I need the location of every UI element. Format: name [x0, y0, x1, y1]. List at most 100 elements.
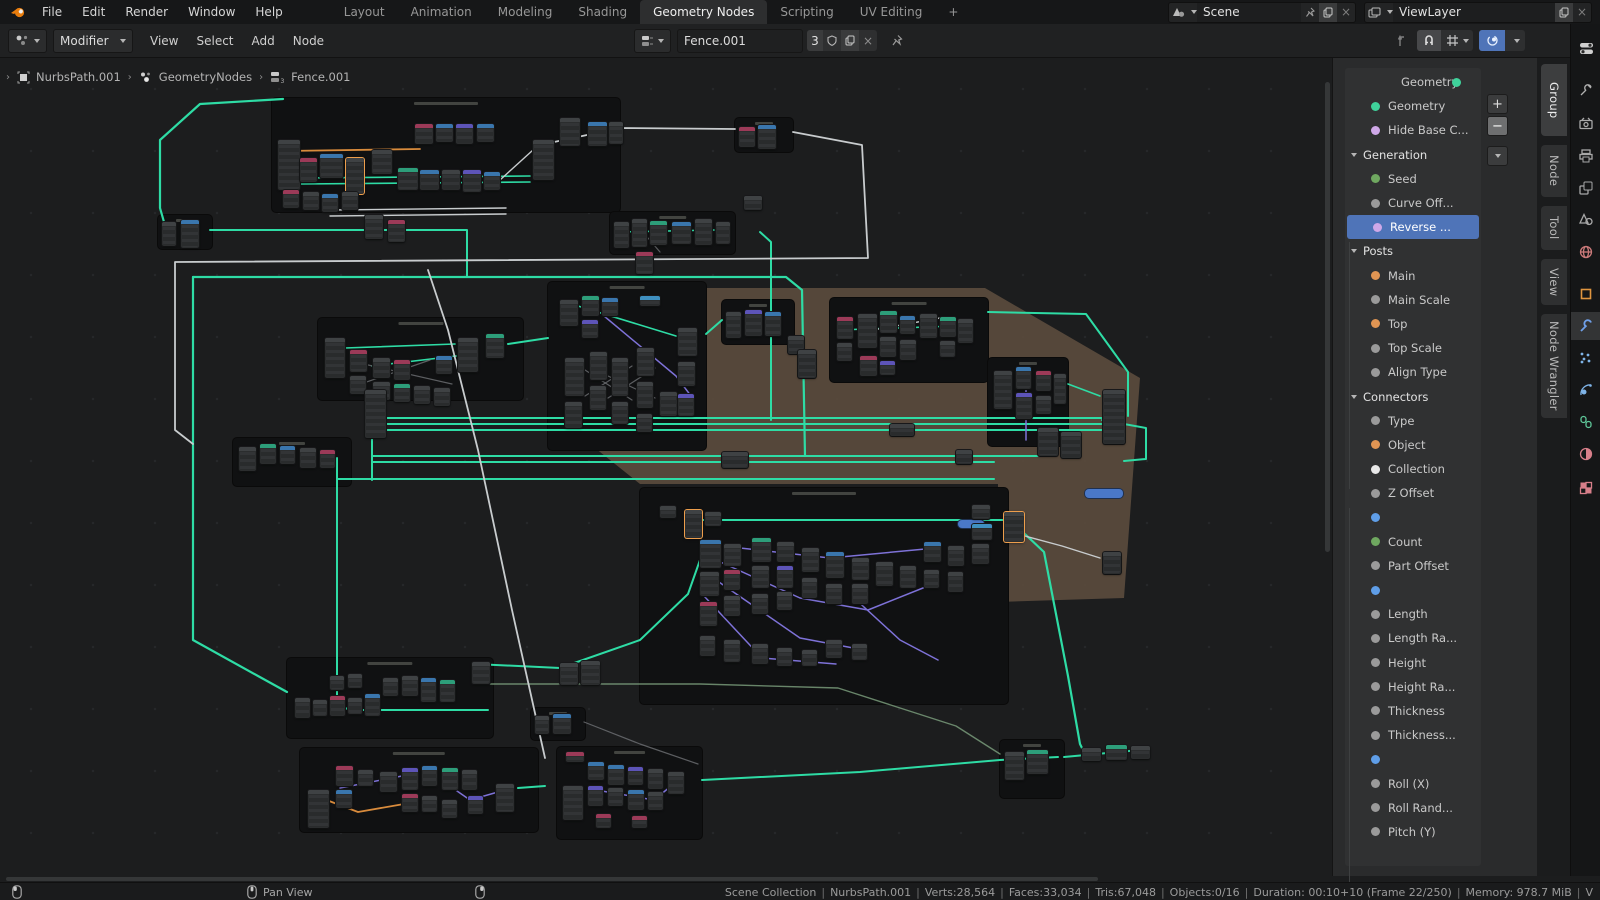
- node[interactable]: [648, 792, 663, 810]
- scene-selector[interactable]: Scene ×: [1168, 2, 1356, 23]
- breadcrumb-nodegroup[interactable]: GeometryNodes: [159, 70, 252, 84]
- node[interactable]: [612, 358, 628, 396]
- node[interactable]: [436, 356, 452, 374]
- node[interactable]: [826, 552, 844, 578]
- node[interactable]: [1103, 552, 1121, 574]
- node[interactable]: [373, 358, 390, 378]
- node[interactable]: [777, 648, 792, 666]
- node[interactable]: [852, 584, 868, 604]
- node[interactable]: [700, 602, 717, 626]
- node[interactable]: [608, 765, 624, 785]
- node[interactable]: [802, 548, 819, 572]
- sidebar-item-reverse-[interactable]: Reverse ...: [1347, 215, 1479, 239]
- node[interactable]: [602, 298, 618, 316]
- node[interactable]: [348, 674, 362, 688]
- node[interactable]: [1106, 745, 1127, 760]
- new-copy-icon[interactable]: [841, 30, 859, 51]
- node[interactable]: [365, 694, 380, 716]
- node[interactable]: [648, 769, 663, 789]
- remove-socket-button[interactable]: −: [1487, 116, 1508, 136]
- editor-menu-view[interactable]: View: [141, 34, 187, 48]
- node[interactable]: [308, 790, 329, 828]
- node[interactable]: [724, 640, 740, 662]
- properties-tab-output-icon[interactable]: [1571, 142, 1600, 170]
- parent-arrow-icon[interactable]: [1395, 33, 1411, 49]
- node[interactable]: [350, 376, 366, 394]
- sidebar-tab-node-wrangler[interactable]: Node Wrangler: [1541, 314, 1567, 418]
- node[interactable]: [716, 222, 730, 244]
- sidebar-item-thickness[interactable]: Thickness: [1345, 699, 1481, 723]
- node[interactable]: [726, 312, 741, 338]
- node[interactable]: [837, 343, 852, 361]
- node[interactable]: [924, 570, 939, 588]
- node[interactable]: [900, 316, 915, 334]
- sidebar-item-roll-rand-[interactable]: Roll Rand...: [1345, 796, 1481, 820]
- properties-tab-view-layer-icon[interactable]: [1571, 174, 1600, 202]
- node[interactable]: [1131, 746, 1150, 759]
- sidebar-item-type[interactable]: Type: [1345, 409, 1481, 433]
- sidebar-tab-node[interactable]: Node: [1541, 145, 1567, 197]
- node[interactable]: [365, 215, 383, 239]
- node[interactable]: [588, 762, 604, 780]
- editor-menu-add[interactable]: Add: [243, 34, 284, 48]
- node[interactable]: [181, 220, 199, 248]
- node[interactable]: [700, 636, 715, 656]
- users-count[interactable]: 3: [807, 30, 823, 51]
- node[interactable]: [468, 796, 483, 814]
- sidebar-item-geometry[interactable]: Geometry: [1345, 94, 1481, 118]
- node[interactable]: [972, 524, 992, 540]
- node[interactable]: [402, 768, 418, 790]
- node[interactable]: [752, 644, 768, 664]
- unlink-icon[interactable]: ×: [859, 30, 877, 51]
- breadcrumb-object[interactable]: NurbsPath.001: [36, 70, 121, 84]
- node[interactable]: [300, 158, 317, 182]
- node[interactable]: [612, 402, 628, 424]
- node[interactable]: [744, 196, 762, 210]
- expand-icon[interactable]: ›: [6, 72, 10, 83]
- node[interactable]: [1085, 489, 1123, 498]
- node[interactable]: [1054, 374, 1066, 404]
- view-layer-selector[interactable]: ViewLayer ×: [1364, 2, 1592, 23]
- node[interactable]: [758, 125, 776, 149]
- node[interactable]: [590, 386, 606, 410]
- node[interactable]: [765, 312, 781, 336]
- workspace-tab-animation[interactable]: Animation: [398, 0, 485, 24]
- sidebar-tab-view[interactable]: View: [1541, 259, 1567, 305]
- node[interactable]: [283, 190, 299, 208]
- node[interactable]: [705, 512, 721, 526]
- node[interactable]: [739, 127, 755, 147]
- properties-tab-physics-icon[interactable]: [1571, 376, 1600, 404]
- node[interactable]: [563, 786, 583, 820]
- node[interactable]: [486, 334, 504, 358]
- editor-menu-select[interactable]: Select: [187, 34, 242, 48]
- node[interactable]: [660, 392, 677, 416]
- node[interactable]: [422, 766, 437, 786]
- node[interactable]: [560, 118, 580, 146]
- node[interactable]: [777, 566, 793, 588]
- blender-logo-icon[interactable]: [10, 6, 26, 18]
- node[interactable]: [858, 314, 877, 348]
- workspace-tab-modeling[interactable]: Modeling: [485, 0, 566, 24]
- node[interactable]: [398, 168, 418, 190]
- node[interactable]: [434, 388, 450, 406]
- properties-tab-render-icon[interactable]: [1571, 110, 1600, 138]
- node[interactable]: [420, 170, 439, 190]
- node[interactable]: [724, 544, 741, 566]
- workspace-tab-uv-editing[interactable]: UV Editing: [847, 0, 936, 24]
- sidebar-item-geometry[interactable]: Geometry: [1345, 70, 1481, 94]
- node[interactable]: [582, 320, 598, 338]
- workspace-tab-geometry-nodes[interactable]: Geometry Nodes: [640, 0, 767, 24]
- node[interactable]: [342, 192, 358, 210]
- node[interactable]: [402, 794, 418, 812]
- node[interactable]: [724, 596, 740, 616]
- node[interactable]: [322, 194, 338, 212]
- node[interactable]: [722, 452, 748, 468]
- node[interactable]: [1016, 393, 1032, 419]
- sidebar-item-length-ra-[interactable]: Length Ra...: [1345, 626, 1481, 650]
- node[interactable]: [637, 414, 652, 432]
- node[interactable]: [880, 311, 897, 333]
- node[interactable]: [348, 698, 362, 714]
- node[interactable]: [372, 150, 392, 174]
- properties-tab-modifier-icon[interactable]: [1571, 312, 1600, 340]
- node[interactable]: [752, 538, 771, 562]
